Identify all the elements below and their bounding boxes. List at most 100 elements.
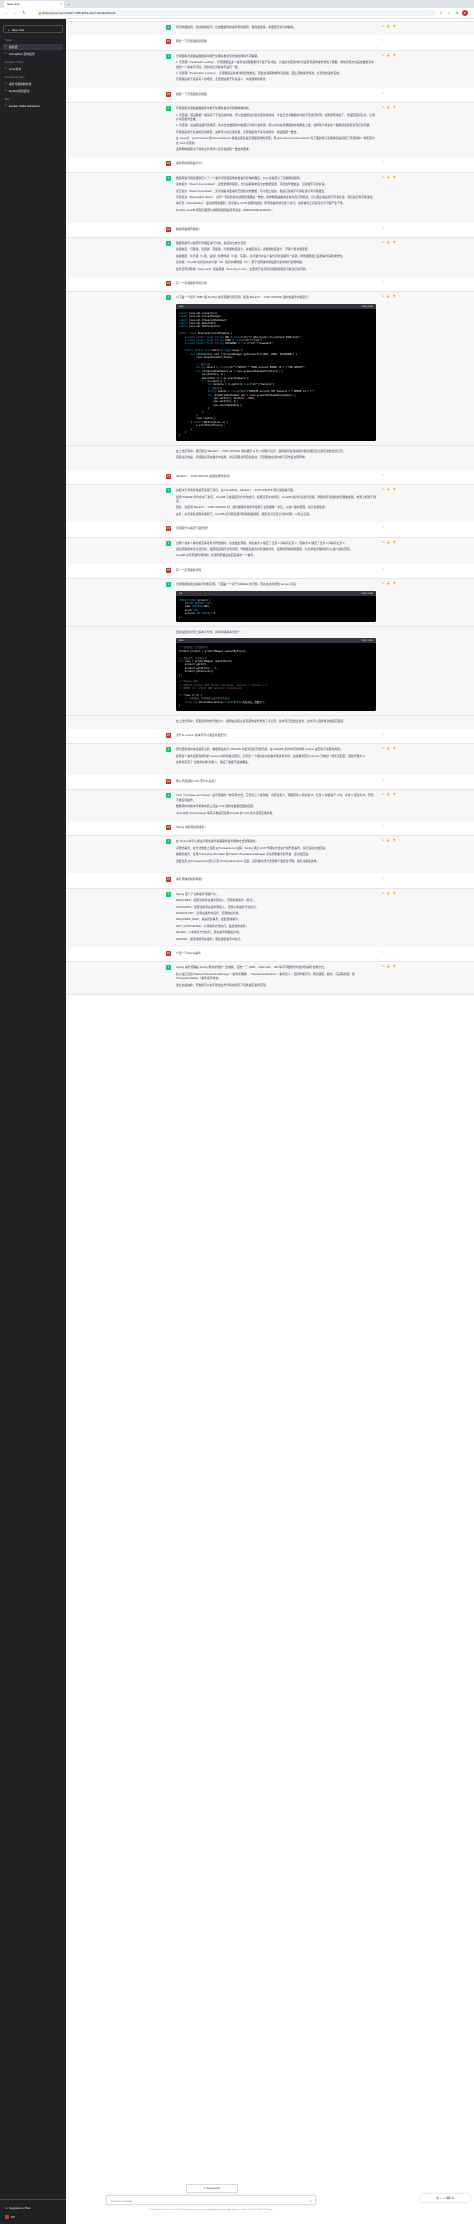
message-actions[interactable]: ⧉ 👍 👎 [382,54,397,57]
chat-bubble-icon: ▭ [4,45,7,48]
address-bar[interactable]: 🔒 chat.openai.com/c/ab37-74f5-4b51-a6c7-… [36,10,436,16]
profile-avatar[interactable]: P [462,10,468,16]
new-chat-label: New chat [11,28,25,32]
message-actions[interactable]: ⧉ 👍 👎 [382,241,397,244]
message-paragraph: 数据库锁可以按照不同维度进行分类，常见的分类方式有： [176,241,249,245]
message-paragraph: 数据库事务隔离级别定义了一个事务可能受其他并发事务影响的程度。SQL 标准定义了… [176,175,303,180]
message-paragraph: 如果 WHERE 条件命中了索引，InnoDB 只会锁定符合条件的行；如果没有命… [176,494,376,503]
edit-message-button[interactable]: ✎ [382,474,385,477]
message-actions[interactable]: ⧉ 👍 👎 [382,25,397,28]
user-avatar-icon: PX [166,91,171,97]
edit-message-button[interactable]: ✎ [382,877,385,880]
user-menu[interactable]: PX [5,2215,16,2220]
edit-message-button[interactable]: ✎ [382,281,385,284]
message-paragraph: REQUIRES_NEW：总是新建事务，挂起当前事务。 [176,917,241,922]
edit-message-button[interactable]: ✎ [382,92,385,95]
regenerate-button[interactable]: ↻ Regenerate [186,2184,238,2193]
send-icon[interactable]: ➤ [309,2196,312,2206]
new-chat-button[interactable]: + New chat [3,25,63,33]
message-paragraph: 乐观锁和悲观锁是数据库中用于处理并发访问控制的两种不同策略。 [176,53,260,58]
message-paragraph: CAS（Compare And Swap）是乐观锁的一种实现方式。它包含三个操作… [176,793,374,802]
code-block: java Copy code import java.sql.Connection;… [176,303,376,441]
message-paragraph: 可重复读（Repeatable Read）：对同一字段的多次读取结果都是一致的，… [176,195,376,200]
forward-icon[interactable]: → [12,10,18,16]
message-actions[interactable]: ⧉ 👍 👎 [382,839,397,842]
lock-icon: 🔒 [38,11,42,15]
user-message-text: Spring 中如何使用事务？ [176,825,208,829]
edit-message-button[interactable]: ✎ [382,951,385,954]
message-paragraph: 因为更新语句本身是原子的。数据库在执行 UPDATE 时会对目标行加行锁，在 W… [176,747,343,752]
browser-toolbar: ← → ↻ 🔒 chat.openai.com/c/ab37-74f5-4b51… [0,8,474,19]
message-paragraph: 当两个或多个事务相互等待对方释放锁时，就会发生死锁。例如事务 A 锁定了记录 1… [176,540,348,545]
message-paragraph: 意向锁：InnoDB 支持意向共享锁（IS）和意向排他锁（IX），用于表明事务稍… [176,260,305,265]
user-message-text: 那么乐观锁和 CAS 有什么关系？ [176,779,217,783]
ime-toolbar[interactable]: 中 ♪ ☺ ⌨ ⚙ [420,2194,470,2202]
openai-logo-icon: ✦ [166,53,171,59]
message-paragraph: 有问题或疑问，欢迎继续提问。比如数据库的事务隔离级别，锁的类型等，我都很乐意为你… [176,25,297,29]
message-actions[interactable]: ⧉ 👍 👎 [382,488,397,491]
message-paragraph: Java 中的 AtomicInteger 等原子类底层使用 Unsafe 的 … [176,810,276,815]
message-paragraph: 乐观锁和悲观锁是数据库中用于处理并发访问的两种锁机制。 [176,106,252,111]
user-avatar-icon: PX [166,161,171,167]
message-actions[interactable]: ⧉ 👍 👎 [382,106,397,109]
sidebar-chat-item[interactable]: ▭ Linux命令 [3,66,63,72]
message-paragraph: 按锁粒度：行级锁、表级锁、页级锁。行级锁粒度最小，并发度最高；表级锁粒度最大，开… [176,247,311,252]
plus-icon: + [8,28,10,32]
message-paragraph: SUPPORTS：如果当前存在事务则加入，否则以非事务方式执行。 [176,904,259,909]
copy-code-button[interactable]: Copy code [362,304,373,309]
share-icon[interactable]: ⇪ [438,10,444,16]
upgrade-label: Upgrade to Plus [8,2206,31,2210]
browser-tab[interactable]: New chat × [4,1,64,8]
sidebar-chat-item[interactable]: ▭ MySQL优化建议 [3,88,63,94]
message-paragraph: 数据库中的版本号机制本质上就是 CAS 思想在数据层面的应用。 [176,804,257,809]
message-actions[interactable]: ⧉ 👍 👎 [382,965,397,968]
message-paragraph: 串行化（Serializable）：最高的隔离级别，完全服从 ACID 的隔离级… [176,201,346,206]
sidebar-chat-item[interactable]: ▭ 事务与锁机制分析 [3,81,63,87]
message-actions[interactable]: ⧉ 👍 👎 [382,582,397,585]
sidebar-chat-title: 新对话 [9,45,18,49]
message-input[interactable]: Send a message ➤ [106,2195,316,2205]
message-paragraph: 如果多个事务读取到相同的 version 并同时尝试更新，只有第一个成功提交的事… [176,753,368,758]
message-paragraph: 避免死锁的常见方法包括：按照固定顺序访问资源、尽量缩短事务持有锁的时间、使用较低… [176,547,353,551]
edit-message-button[interactable]: ✎ [382,39,385,42]
sidebar-section-label: May [5,98,10,101]
upgrade-button[interactable]: ☺ Upgrade to Plus [5,2206,30,2210]
sidebar-chat-item[interactable]: ▭ 新对话 [3,44,63,50]
user-avatar-icon: PX [166,39,171,45]
edit-message-button[interactable]: ✎ [382,568,385,571]
extensions-icon[interactable]: ⧉ [454,10,460,16]
user-name: PX [11,2215,16,2219]
openai-logo-icon: ✦ [166,891,171,897]
star-icon[interactable]: ☆ [446,10,452,16]
message-paragraph: 在上述代码中，若更新影响的行数为 0，说明在读取之后有其他事务修改了该记录，版本… [176,718,347,723]
message-actions[interactable]: ⧉ 👍 👎 [382,747,397,750]
assistant-message-text: CAS（Compare And Swap）是乐观锁的一种实现方式。它包含三个操作… [176,793,376,817]
disclaimer: Free Research Preview. ChatGPT may produ… [149,2209,273,2211]
code-language: sql [179,591,183,595]
edit-message-button[interactable]: ✎ [382,161,385,164]
copy-code-button[interactable]: Copy code [362,638,373,643]
new-tab-icon[interactable]: + [66,2,71,7]
copy-code-button[interactable]: Copy code [362,591,373,596]
edit-message-button[interactable]: ✎ [382,733,385,736]
edit-message-button[interactable]: ✎ [382,825,385,828]
assistant-message-text: 这取决于查询条件是否使用了索引。在 InnoDB 中，SELECT ... FO… [176,488,376,518]
message-paragraph: 编程式事务：使用 TransactionTemplate 或 PlatformT… [176,852,311,857]
assistant-message-text: 在上述代码中，若更新影响的行数为 0，说明在读取之后有其他事务修改了该记录，版本… [176,719,376,725]
reload-icon[interactable]: ↻ [21,10,27,16]
message-actions[interactable]: ⧉ 👍 👎 [382,892,397,895]
edit-message-button[interactable]: ✎ [382,526,385,529]
back-icon[interactable]: ← [3,10,9,16]
message-actions[interactable]: ⧉ 👍 👎 [382,541,397,544]
sidebar-chat-item[interactable]: ▭ SpringBoot 定时任务 [3,51,63,57]
tab-close-icon[interactable]: × [60,1,62,8]
message-paragraph: 需要注意的是，悲观锁必须在事务中使用，并且需要关闭自动提交，否则锁会在语句执行完… [176,455,308,459]
assistant-message-text: 乐观锁和悲观锁是数据库中用于处理并发访问控制的两种不同策略。 1. 乐观锁（Opt… [176,54,376,84]
message-actions[interactable]: ⧉ 👍 👎 [382,793,397,796]
edit-message-button[interactable]: ✎ [382,779,385,782]
user-avatar-icon: PX [166,567,171,573]
message-actions[interactable]: ⧉ 👍 👎 [382,176,397,179]
sidebar-chat-item[interactable]: ▭ Explain Kafka Rebalance [3,103,63,109]
edit-message-button[interactable]: ✎ [382,227,385,230]
message-actions[interactable]: ⧉ 👍 👎 [382,295,397,298]
